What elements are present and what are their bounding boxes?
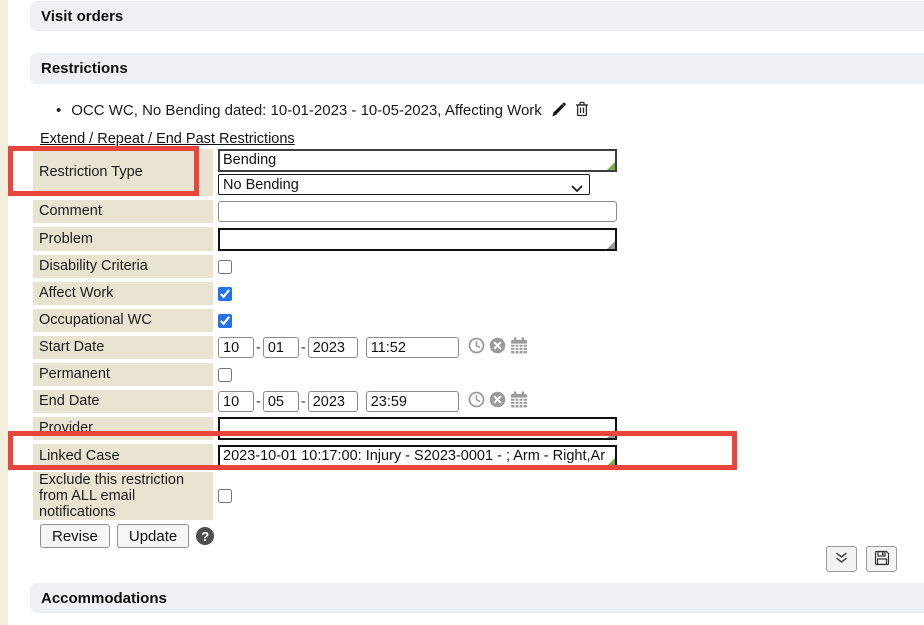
form-row-provider: Provider: [33, 417, 793, 440]
edit-restriction-button[interactable]: [550, 101, 566, 120]
provider-label: Provider: [33, 417, 213, 440]
end-day-input[interactable]: [263, 391, 299, 412]
section-title: Accommodations: [41, 590, 167, 607]
permanent-label: Permanent: [33, 363, 213, 386]
extend-repeat-end-link[interactable]: Extend / Repeat / End Past Restrictions: [40, 131, 295, 147]
problem-label: Problem: [33, 227, 213, 251]
clock-icon[interactable]: [468, 337, 485, 359]
affect-work-checkbox[interactable]: [218, 287, 232, 301]
section-title: Restrictions: [41, 60, 128, 77]
restriction-type-text-wrap: Bending: [218, 149, 617, 172]
section-header-accommodations: Accommodations: [30, 583, 924, 613]
page-left-margin: [0, 0, 8, 625]
help-button[interactable]: ?: [196, 527, 214, 545]
pencil-icon: [550, 101, 566, 120]
resize-grip-icon[interactable]: [607, 430, 615, 438]
form-row-linked-case: Linked Case 2023-10-01 10:17:00: Injury …: [33, 444, 793, 468]
collapse-section-button[interactable]: [826, 546, 857, 572]
restriction-type-label: Restriction Type: [33, 149, 213, 196]
question-mark-icon: ?: [201, 529, 209, 544]
resize-grip-icon[interactable]: [607, 241, 615, 249]
occupational-wc-checkbox[interactable]: [218, 314, 232, 328]
linked-case-textarea-wrap: 2023-10-01 10:17:00: Injury - S2023-0001…: [218, 445, 617, 468]
save-button[interactable]: [866, 546, 897, 572]
circle-x-icon[interactable]: [489, 337, 506, 359]
trash-icon: [574, 100, 590, 120]
provider-textarea[interactable]: [218, 417, 617, 440]
start-time-input[interactable]: [366, 337, 459, 358]
affect-work-label: Affect Work: [33, 282, 213, 305]
end-date-label: End Date: [33, 390, 213, 413]
calendar-icon[interactable]: [510, 337, 528, 359]
form-row-occupational-wc: Occupational WC: [33, 309, 793, 332]
resize-grip-icon[interactable]: [607, 162, 615, 170]
disability-criteria-label: Disability Criteria: [33, 255, 213, 278]
end-year-input[interactable]: [308, 391, 358, 412]
revise-button[interactable]: Revise: [40, 524, 110, 548]
form-row-affect-work: Affect Work: [33, 282, 793, 305]
comment-input[interactable]: [218, 201, 617, 222]
form-row-disability-criteria: Disability Criteria: [33, 255, 793, 278]
restriction-type-select[interactable]: No Bending: [218, 174, 590, 195]
linked-case-textarea[interactable]: 2023-10-01 10:17:00: Injury - S2023-0001…: [218, 445, 617, 468]
date-separator: -: [256, 394, 261, 410]
start-year-input[interactable]: [308, 337, 358, 358]
end-time-input[interactable]: [366, 391, 459, 412]
form-buttons-row: Revise Update ?: [40, 524, 793, 548]
section-title: Visit orders: [41, 8, 123, 25]
end-month-input[interactable]: [218, 391, 254, 412]
disability-criteria-checkbox[interactable]: [218, 260, 232, 274]
form-row-restriction-type: Restriction Type Bending No Bending: [33, 149, 793, 196]
restriction-list-item: • OCC WC, No Bending dated: 10-01-2023 -…: [56, 100, 590, 120]
section-header-visit-orders: Visit orders: [30, 1, 924, 31]
exclude-email-checkbox[interactable]: [218, 489, 232, 503]
problem-textarea-wrap: [218, 228, 617, 251]
form-row-exclude-email: Exclude this restriction from ALL email …: [33, 472, 793, 520]
circle-x-icon[interactable]: [489, 391, 506, 413]
provider-textarea-wrap: [218, 417, 617, 440]
double-chevron-down-icon: [835, 552, 848, 567]
start-date-label: Start Date: [33, 336, 213, 359]
form-row-comment: Comment: [33, 200, 793, 223]
date-separator: -: [256, 340, 261, 356]
start-day-input[interactable]: [263, 337, 299, 358]
date-separator: -: [301, 394, 306, 410]
restriction-type-textarea[interactable]: Bending: [218, 149, 617, 172]
restriction-type-select-wrap: No Bending: [218, 174, 590, 195]
exclude-email-label: Exclude this restriction from ALL email …: [33, 472, 213, 520]
delete-restriction-button[interactable]: [574, 100, 590, 120]
linked-case-label: Linked Case: [33, 444, 213, 468]
permanent-checkbox[interactable]: [218, 368, 232, 382]
date-separator: -: [301, 340, 306, 356]
resize-grip-icon[interactable]: [607, 458, 615, 466]
update-button[interactable]: Update: [117, 524, 189, 548]
clock-icon[interactable]: [468, 391, 485, 413]
form-row-start-date: Start Date - -: [33, 336, 793, 359]
floppy-disk-icon: [874, 550, 890, 569]
section-header-restrictions: Restrictions: [30, 53, 924, 84]
problem-textarea[interactable]: [218, 228, 617, 251]
restriction-form: Restriction Type Bending No Bending Comm…: [33, 149, 793, 548]
start-month-input[interactable]: [218, 337, 254, 358]
comment-label: Comment: [33, 200, 213, 223]
form-row-permanent: Permanent: [33, 363, 793, 386]
bullet-marker: •: [56, 102, 61, 119]
page: Visit orders Restrictions • OCC WC, No B…: [0, 0, 924, 625]
form-row-end-date: End Date - -: [33, 390, 793, 413]
calendar-icon[interactable]: [510, 391, 528, 413]
form-row-problem: Problem: [33, 227, 793, 251]
occupational-wc-label: Occupational WC: [33, 309, 213, 332]
restriction-item-text: OCC WC, No Bending dated: 10-01-2023 - 1…: [71, 102, 542, 119]
